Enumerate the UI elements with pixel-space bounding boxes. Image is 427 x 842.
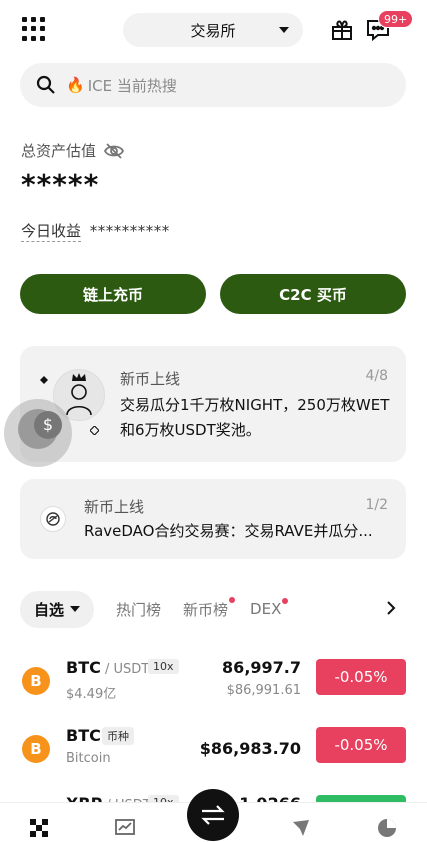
market-tabs: 自选 热门榜 新币榜 DEX xyxy=(20,590,410,628)
announcement-title: 新币上线 xyxy=(120,370,181,388)
top-bar: 交易所 99+ xyxy=(0,10,427,50)
dollar-icon: $ xyxy=(34,411,62,439)
pair-quote: / USDT xyxy=(100,662,150,677)
floating-assist-button[interactable]: $ xyxy=(4,399,72,467)
ravedao-logo-icon xyxy=(40,506,66,532)
sparkle-icon xyxy=(90,426,99,435)
pair-base: BTC xyxy=(66,726,101,745)
announcement-pager: 4/8 xyxy=(365,368,388,384)
tab-dex-label: DEX xyxy=(250,600,282,618)
new-dot-indicator xyxy=(282,598,289,604)
search-placeholder: ICE 当前热搜 xyxy=(87,76,177,95)
assets-pie-icon[interactable] xyxy=(376,817,398,839)
search-bar[interactable]: 🔥 ICE 当前热搜 xyxy=(20,63,406,107)
last-price: $86,983.70 xyxy=(199,739,301,758)
coin-type-tag: 币种 xyxy=(102,727,134,745)
announcement-card[interactable]: 新币上线 1/2 RaveDAO合约交易赛：交易RAVE并瓜分... xyxy=(20,479,406,559)
total-assets-label: 总资产估值 xyxy=(21,140,125,161)
coin-name: Bitcoin xyxy=(66,751,111,766)
tab-dex[interactable]: DEX xyxy=(250,598,289,618)
person-icon xyxy=(66,384,92,416)
bottom-nav xyxy=(0,789,427,842)
market-row[interactable]: B BTC 币种 Bitcoin $86,983.70 -0.05% xyxy=(20,723,407,779)
usd-price: $86,991.61 xyxy=(226,683,301,698)
exchange-selector[interactable]: 交易所 xyxy=(123,13,303,47)
today-income: 今日收益 ********** xyxy=(21,220,170,242)
announcement-title: 新币上线 xyxy=(84,498,145,516)
pair-symbol: BTC / USDT xyxy=(66,658,149,677)
today-income-value: ********** xyxy=(89,222,170,240)
trade-button[interactable] xyxy=(187,789,239,841)
grid-menu-icon[interactable] xyxy=(22,17,46,41)
tab-hot[interactable]: 热门榜 xyxy=(116,599,161,620)
tab-favorites[interactable]: 自选 xyxy=(20,590,95,628)
search-icon xyxy=(36,75,55,94)
announcement-card[interactable]: 新币上线 4/8 交易瓜分1千万枚NIGHT，250万枚WET和6万枚USDT奖… xyxy=(20,346,406,462)
caret-down-icon xyxy=(279,27,289,33)
announcement-text: RaveDAO合约交易赛：交易RAVE并瓜分... xyxy=(84,522,373,540)
today-income-label[interactable]: 今日收益 xyxy=(21,222,82,242)
last-price: 86,997.7 xyxy=(222,658,301,677)
total-assets-label-text: 总资产估值 xyxy=(21,142,97,160)
swap-arrows-icon xyxy=(201,805,225,825)
caret-down-icon xyxy=(70,606,81,612)
discover-compass-icon[interactable] xyxy=(290,817,312,839)
market-row[interactable]: B BTC / USDT 10x $4.49亿 86,997.7 $86,991… xyxy=(20,655,407,711)
eye-hidden-icon[interactable] xyxy=(104,142,125,159)
onchain-deposit-button[interactable]: 链上充币 xyxy=(20,274,206,314)
tab-hot-label: 热门榜 xyxy=(116,600,162,619)
pair-symbol: BTC xyxy=(66,726,101,745)
home-logo-icon[interactable] xyxy=(28,817,50,839)
tab-new-listings[interactable]: 新币榜 xyxy=(183,596,236,620)
bitcoin-icon: B xyxy=(22,735,50,763)
market-chart-icon[interactable] xyxy=(114,817,136,839)
c2c-buy-button[interactable]: C2C 买币 xyxy=(220,274,406,314)
announcement-text: 交易瓜分1千万枚NIGHT，250万枚WET和6万枚USDT奖池。 xyxy=(120,396,390,439)
change-badge[interactable]: -0.05% xyxy=(316,659,406,695)
sparkle-icon xyxy=(40,376,48,384)
volume-text: $4.49亿 xyxy=(66,687,117,702)
leverage-tag: 10x xyxy=(148,659,179,674)
exchange-selector-label: 交易所 xyxy=(190,21,236,40)
bitcoin-icon: B xyxy=(22,667,50,695)
gift-icon[interactable] xyxy=(330,18,354,42)
pair-base: BTC xyxy=(66,658,101,677)
notification-badge: 99+ xyxy=(378,10,414,28)
change-badge[interactable]: -0.05% xyxy=(316,727,406,763)
announcement-pager: 1/2 xyxy=(365,497,388,513)
tab-favorites-label: 自选 xyxy=(34,600,65,619)
total-assets-value: ***** xyxy=(21,168,100,201)
fire-icon: 🔥 xyxy=(66,76,85,94)
tab-new-listings-label: 新币榜 xyxy=(183,600,229,619)
new-dot-indicator xyxy=(229,596,236,603)
crown-icon xyxy=(72,373,86,381)
chevron-right-icon[interactable] xyxy=(386,601,396,615)
